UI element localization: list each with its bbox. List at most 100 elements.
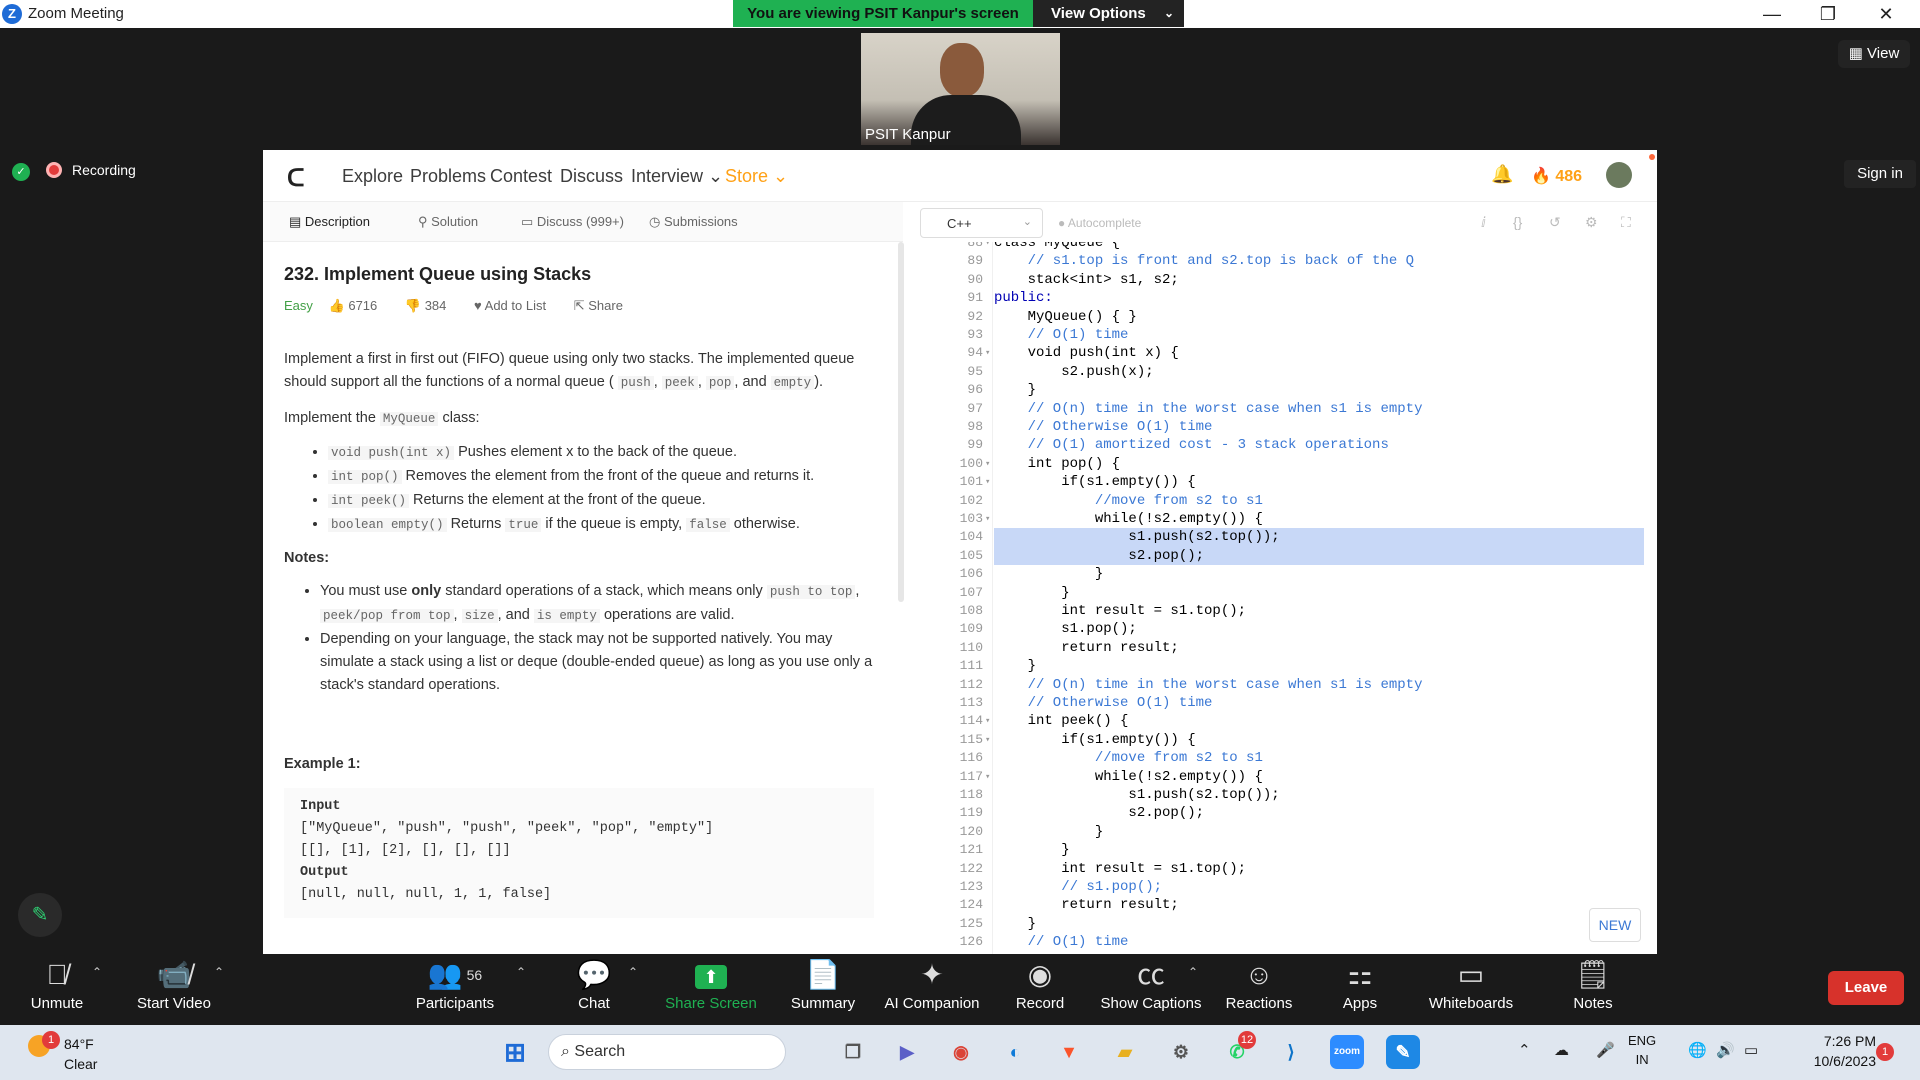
code-line[interactable]: 90 stack<int> s1, s2; [923,271,1657,289]
code-line[interactable]: 114 ▾ int peek() { [923,712,1657,730]
nav-discuss[interactable]: Discuss [560,166,623,187]
clock[interactable]: 7:26 PM 10/6/2023 [1782,1031,1876,1071]
chrome-icon[interactable]: ◉ [944,1035,978,1069]
settings-icon[interactable]: ⚙ [1585,214,1598,231]
code-line[interactable]: 99 // O(1) amortized cost - 3 stack oper… [923,436,1657,454]
notification-badge[interactable]: 1 [1876,1043,1894,1061]
vscode-icon[interactable]: ⟩ [1274,1035,1308,1069]
fullscreen-icon[interactable]: ⛶ [1621,214,1631,231]
taskbar-search[interactable]: ⌕ Search [548,1034,786,1070]
braces-icon[interactable]: {} [1513,214,1522,230]
code-line[interactable]: 97 // O(n) time in the worst case when s… [923,400,1657,418]
record-button[interactable]: ◉ Record [1010,955,1070,1025]
reset-icon[interactable]: ↺ [1549,214,1561,231]
onedrive-icon[interactable]: ☁ [1554,1041,1569,1059]
code-line[interactable]: 111 } [923,657,1657,675]
edge-icon[interactable]: ◐ [998,1035,1032,1069]
dislike-button[interactable]: 👎 384 [405,298,459,313]
share-screen-button[interactable]: ⬆ Share Screen [664,955,758,1025]
zoom-app-icon[interactable]: zoom [1330,1035,1364,1069]
code-line[interactable]: 115 ▾ if(s1.empty()) { [923,731,1657,749]
description-scrollbar[interactable] [898,242,904,602]
code-line[interactable]: 123 // s1.pop(); [923,878,1657,896]
brave-icon[interactable]: ▼ [1052,1035,1086,1069]
fold-arrow-icon[interactable]: ▾ [985,344,990,362]
participants-caret[interactable]: ⌃ [516,965,526,979]
notes-button[interactable]: 🗒 Notes [1564,955,1622,1025]
chat-caret[interactable]: ⌃ [628,965,638,979]
minimize-button[interactable]: — [1752,2,1792,26]
leave-button[interactable]: Leave [1828,971,1904,1005]
tab-description[interactable]: ▤ Description [289,214,370,230]
meet-chat-icon[interactable]: ▶ [890,1035,924,1069]
nav-interview[interactable]: Interview ⌄ [631,166,723,187]
participants-button[interactable]: 👥 56 Participants [410,955,500,1025]
windows-start-icon[interactable]: ⊞ [498,1035,532,1069]
tab-solution[interactable]: ⚲ Solution [418,214,478,230]
code-line[interactable]: 116 //move from s2 to s1 [923,749,1657,767]
code-line[interactable]: 109 s1.pop(); [923,620,1657,638]
code-line[interactable]: 101 ▾ if(s1.empty()) { [923,473,1657,491]
autocomplete-toggle[interactable]: ● Autocomplete [1058,216,1141,230]
code-line[interactable]: 125 } [923,915,1657,933]
code-line[interactable]: 88 ▾ class MyQueue { [923,242,1657,252]
code-line[interactable]: 100 ▾ int pop() { [923,455,1657,473]
nav-contest[interactable]: Contest [490,166,552,187]
start-video-button[interactable]: 📹̸ Start Video [132,955,216,1025]
captions-caret[interactable]: ⌃ [1188,965,1198,979]
code-line[interactable]: 91 public: [923,289,1657,307]
code-line[interactable]: 118 s1.push(s2.top()); [923,786,1657,804]
code-line[interactable]: 126 // O(1) time [923,933,1657,951]
code-line[interactable]: 93 // O(1) time [923,326,1657,344]
code-line[interactable]: 110 return result; [923,639,1657,657]
task-view-icon[interactable]: ❐ [836,1035,870,1069]
code-line[interactable]: 103 ▾ while(!s2.empty()) { [923,510,1657,528]
code-line[interactable]: 105 s2.pop(); [923,546,1657,566]
code-line[interactable]: 95 s2.push(x); [923,363,1657,381]
code-editor[interactable]: 88 ▾ class MyQueue {89 // s1.top is front … [923,242,1657,954]
close-button[interactable]: ✕ [1866,2,1906,26]
code-line[interactable]: 113 // Otherwise O(1) time [923,694,1657,712]
reactions-button[interactable]: ☺ Reactions [1224,955,1294,1025]
add-to-list-button[interactable]: ♥ Add to List [474,298,558,313]
code-line[interactable]: 104 s1.push(s2.top()); [923,528,1657,547]
volume-icon[interactable]: 🔊 [1716,1041,1735,1059]
new-badge-button[interactable]: NEW [1589,908,1641,942]
code-line[interactable]: 102 //move from s2 to s1 [923,492,1657,510]
whiteboards-button[interactable]: ▭ Whiteboards [1424,955,1518,1025]
unmute-button[interactable]: 🎙̸ Unmute [22,955,92,1025]
code-line[interactable]: 96 } [923,381,1657,399]
code-line[interactable]: 119 s2.pop(); [923,804,1657,822]
ai-companion-button[interactable]: ✦ AI Companion [880,955,984,1025]
code-line[interactable]: 98 // Otherwise O(1) time [923,418,1657,436]
recording-indicator[interactable]: ✓ Recording [12,162,136,181]
pencil-icon[interactable]: ✎ [18,893,62,937]
code-line[interactable]: 120 } [923,823,1657,841]
code-line[interactable]: 107 } [923,584,1657,602]
code-line[interactable]: 108 int result = s1.top(); [923,602,1657,620]
nav-explore[interactable]: Explore [342,166,403,187]
code-line[interactable]: 89 // s1.top is front and s2.top is back… [923,252,1657,270]
participant-video[interactable]: PSIT Kanpur [861,33,1060,145]
nav-problems[interactable]: Problems [410,166,486,187]
code-line[interactable]: 112 // O(n) time in the worst case when … [923,676,1657,694]
tab-discuss[interactable]: ▭ Discuss (999+) [521,214,624,230]
code-line[interactable]: 92 MyQueue() { } [923,308,1657,326]
info-icon[interactable]: ⅈ [1481,214,1486,231]
avatar[interactable] [1606,162,1632,188]
coins-counter[interactable]: 🔥 486 [1531,166,1582,186]
fold-arrow-icon[interactable]: ▾ [985,455,990,473]
show-hidden-icons[interactable]: ⌃ [1518,1041,1531,1059]
fold-arrow-icon[interactable]: ▾ [985,473,990,491]
code-line[interactable]: 106 } [923,565,1657,583]
share-button[interactable]: ⇱ Share [574,298,635,313]
paint-icon[interactable]: ✎ [1386,1035,1420,1069]
code-line[interactable]: 124 return result; [923,896,1657,914]
audio-options-caret[interactable]: ⌃ [92,965,102,979]
bell-icon[interactable]: 🔔 [1491,164,1513,185]
summary-button[interactable]: 📄 Summary [788,955,858,1025]
tab-submissions[interactable]: ◷ Submissions [649,214,738,230]
battery-icon[interactable]: ▭ [1744,1041,1758,1059]
view-options-button[interactable]: View Options ⌄ [1033,0,1184,27]
mic-tray-icon[interactable]: 🎤 [1596,1041,1615,1059]
